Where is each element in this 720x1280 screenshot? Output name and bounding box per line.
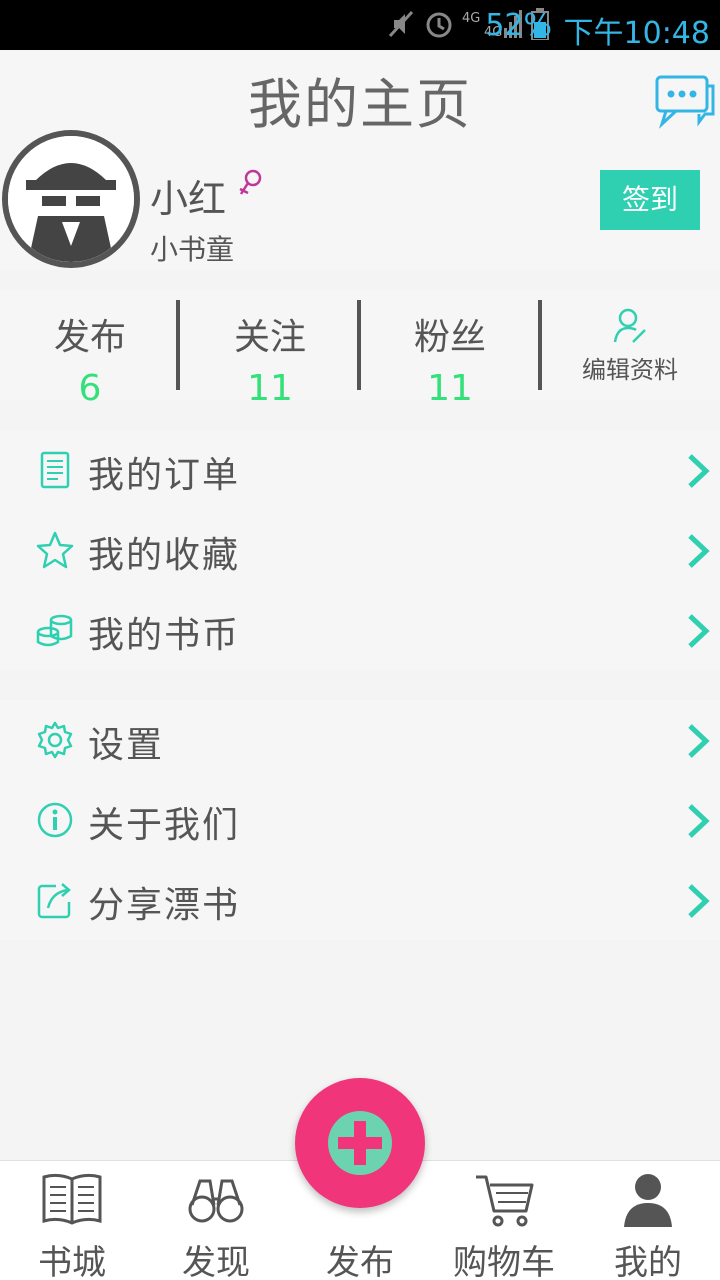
book-icon xyxy=(42,1173,102,1225)
menu-label: 我的书币 xyxy=(88,615,241,656)
edit-profile-label: 编辑资料 xyxy=(582,356,678,384)
menu-item-settings[interactable]: 设置 xyxy=(0,700,720,780)
edit-profile-button[interactable]: 编辑资料 xyxy=(540,290,720,400)
nav-label: 书城 xyxy=(38,1243,106,1280)
stat-value: 11 xyxy=(247,368,293,409)
chevron-right-icon xyxy=(688,724,710,758)
stat-value: 6 xyxy=(78,368,102,409)
info-icon xyxy=(37,802,73,838)
menu-item-favorites[interactable]: 我的收藏 xyxy=(0,510,720,590)
spy-avatar-icon xyxy=(8,136,134,262)
user-icon xyxy=(624,1174,672,1227)
nav-label: 我的 xyxy=(614,1243,682,1280)
order-icon xyxy=(40,451,70,489)
menu-item-share[interactable]: 分享漂书 xyxy=(0,860,720,940)
nav-label: 发现 xyxy=(182,1243,250,1280)
username: 小红 xyxy=(150,177,227,221)
user-level: 小书童 xyxy=(150,233,235,266)
status-bar: 4G 4G 52% 下午10:48 xyxy=(0,0,720,51)
nav-discover[interactable]: 发现 xyxy=(144,1161,288,1280)
chevron-right-icon xyxy=(688,614,710,648)
chat-bubble-icon[interactable] xyxy=(654,74,716,130)
cart-icon xyxy=(476,1175,534,1227)
divider xyxy=(357,300,361,390)
avatar[interactable] xyxy=(2,130,140,268)
nav-label: 发布 xyxy=(326,1243,394,1280)
app-header: 我的主页 xyxy=(0,50,720,136)
stat-label: 发布 xyxy=(53,317,126,358)
plus-icon xyxy=(328,1111,392,1175)
menu-label: 我的收藏 xyxy=(88,535,241,576)
profile-section: 小红 小书童 签到 xyxy=(0,130,720,270)
binoculars-icon xyxy=(188,1179,244,1223)
svg-text:4G: 4G xyxy=(462,11,480,26)
stat-label: 粉丝 xyxy=(413,317,486,358)
stat-fans[interactable]: 粉丝 11 xyxy=(360,290,540,409)
nav-bookstore[interactable]: 书城 xyxy=(0,1161,144,1280)
menu-label: 分享漂书 xyxy=(88,885,241,926)
divider xyxy=(176,300,180,390)
alarm-icon xyxy=(426,12,452,38)
chevron-right-icon xyxy=(688,454,710,488)
chevron-right-icon xyxy=(688,884,710,918)
menu-label: 关于我们 xyxy=(88,805,241,846)
nav-cart[interactable]: 购物车 xyxy=(432,1161,576,1280)
chevron-right-icon xyxy=(688,804,710,838)
menu-label: 我的订单 xyxy=(88,455,241,496)
page-title: 我的主页 xyxy=(248,73,472,136)
mute-icon xyxy=(388,10,414,38)
stat-value: 11 xyxy=(427,368,473,409)
stat-label: 关注 xyxy=(233,317,306,358)
chevron-right-icon xyxy=(688,534,710,568)
menu-group-account: 我的订单 我的收藏 我的书币 xyxy=(0,430,720,670)
divider xyxy=(538,300,542,390)
stat-follow[interactable]: 关注 11 xyxy=(180,290,360,409)
publish-fab-button[interactable] xyxy=(295,1078,425,1208)
edit-user-icon xyxy=(613,308,646,343)
gear-icon xyxy=(37,721,73,759)
coins-icon xyxy=(36,614,73,647)
share-icon xyxy=(37,883,71,919)
menu-group-system: 设置 关于我们 分享漂书 xyxy=(0,700,720,940)
menu-item-coins[interactable]: 我的书币 xyxy=(0,590,720,670)
star-icon xyxy=(36,531,74,569)
clock: 下午10:48 xyxy=(563,16,710,51)
stat-publish[interactable]: 发布 6 xyxy=(0,290,180,409)
nav-mine[interactable]: 我的 xyxy=(576,1161,720,1280)
female-icon xyxy=(239,169,262,195)
signin-button[interactable]: 签到 xyxy=(600,170,700,230)
menu-item-orders[interactable]: 我的订单 xyxy=(0,430,720,510)
menu-label: 设置 xyxy=(88,725,165,766)
nav-label: 购物车 xyxy=(453,1243,555,1280)
menu-item-about[interactable]: 关于我们 xyxy=(0,780,720,860)
stats-bar: 发布 6 关注 11 粉丝 11 编辑资料 xyxy=(0,290,720,409)
battery-percent: 52% xyxy=(485,8,552,43)
